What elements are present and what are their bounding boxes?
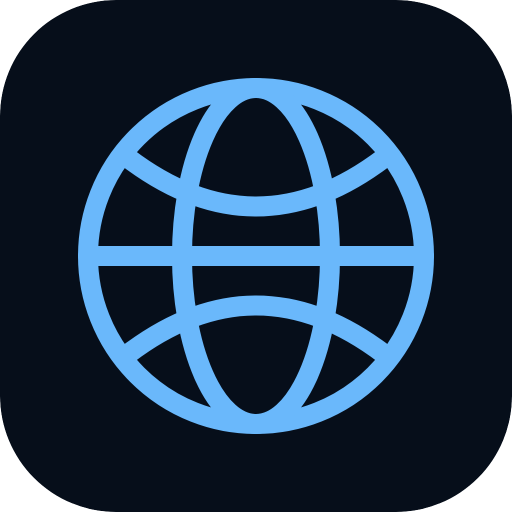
globe-icon: [0, 0, 512, 512]
app-icon[interactable]: [0, 0, 512, 512]
